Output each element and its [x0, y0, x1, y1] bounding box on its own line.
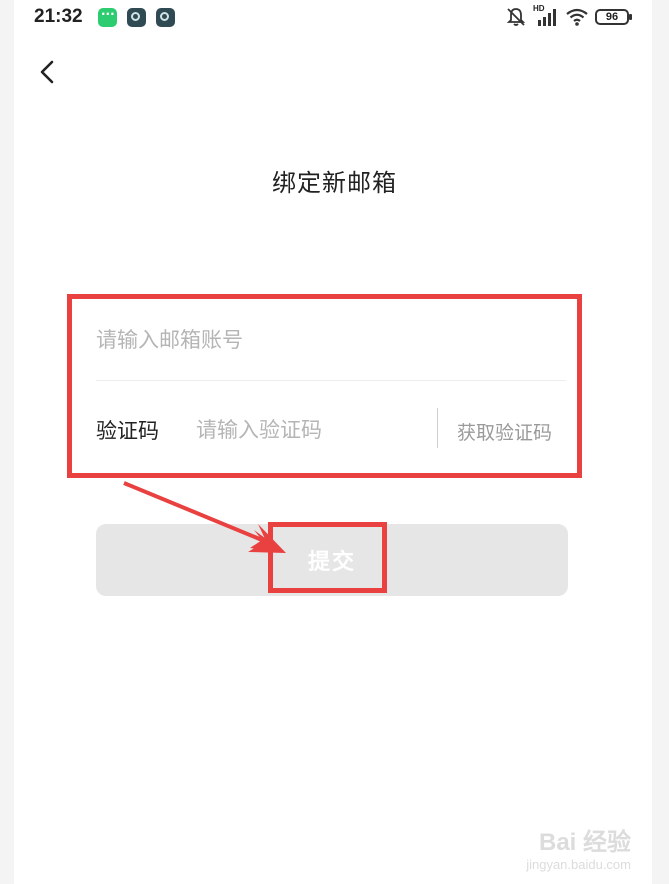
page-title: 绑定新邮箱	[272, 169, 397, 197]
status-indicators: HD 96	[505, 4, 632, 29]
cellular-signal-icon: HD	[533, 4, 559, 28]
wifi-icon	[566, 8, 588, 26]
watermark-logo: Bai 经验	[538, 829, 631, 856]
app-icon	[156, 8, 175, 27]
status-time: 21:32	[34, 6, 83, 27]
back-button[interactable]	[36, 58, 60, 86]
app-icon	[127, 8, 146, 27]
chat-app-icon	[98, 7, 117, 27]
bell-muted-icon	[506, 8, 526, 26]
battery-icon: 96	[595, 9, 632, 25]
chevron-left-icon	[40, 60, 54, 84]
status-bar: 21:32 HD 96	[0, 0, 669, 36]
highlight-box-submit	[268, 522, 387, 593]
watermark-url: jingyan.baidu.com	[526, 857, 631, 872]
highlight-box-form	[67, 294, 582, 478]
watermark: Bai 经验 jingyan.baidu.com	[526, 822, 631, 872]
